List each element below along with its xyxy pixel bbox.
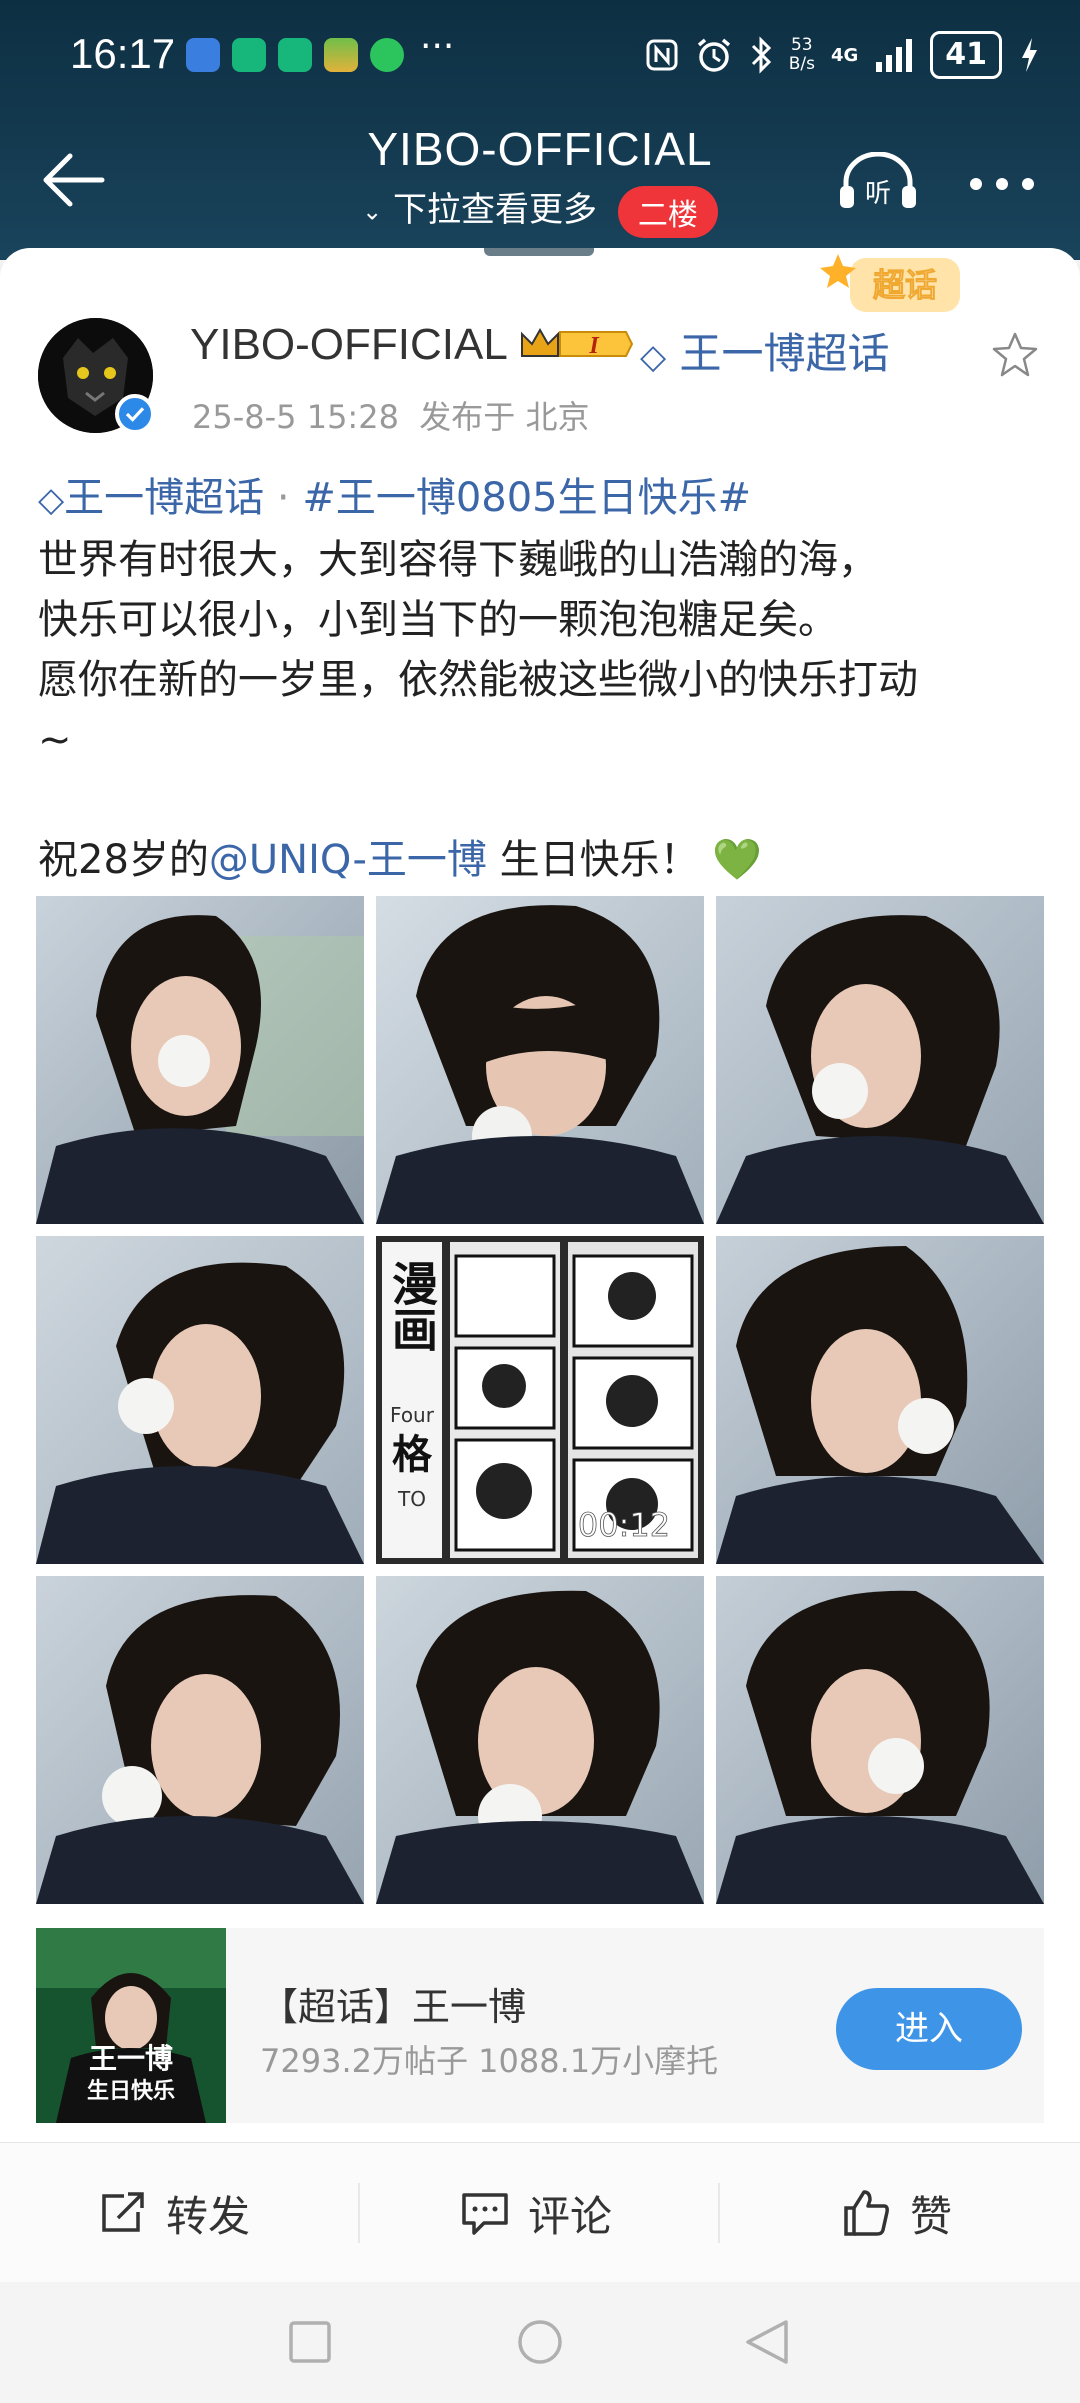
home-icon[interactable]: [516, 2318, 564, 2366]
supertopic-poster: 王一博 生日快乐: [36, 1928, 226, 2123]
diamond-icon: ◇: [640, 337, 667, 377]
status-overflow-dots: ···: [420, 26, 455, 67]
comment-icon: [462, 2193, 508, 2235]
listen-label: 听: [865, 179, 891, 209]
supertopic-link[interactable]: ◇ 王一博超话: [640, 320, 890, 381]
birthday-wish-line: 祝28岁的@UNIQ-王一博 生日快乐！ 💚: [38, 837, 763, 883]
supertopic-tag[interactable]: ◇王一博超话: [38, 475, 264, 521]
poster-name: 王一博: [89, 2042, 173, 2075]
comment-label: 评论: [528, 2191, 613, 2241]
enter-button[interactable]: 进入: [836, 1988, 1022, 2070]
mention-link[interactable]: @UNIQ-王一博: [209, 837, 487, 883]
pull-down-label: 下拉查看更多: [393, 190, 598, 230]
photo-grid: 漫画 Four 格 TO 00:12: [36, 896, 1046, 1906]
divider: [358, 2183, 360, 2243]
tag-line: ◇王一博超话 · #王一博0805生日快乐#: [38, 468, 1048, 530]
status-time: 16:17: [70, 30, 176, 77]
poster-line: 生日快乐: [87, 2079, 175, 2104]
post-line-4: ~: [38, 717, 72, 763]
post-timestamp: 25-8-5 15:28: [192, 398, 399, 436]
chevron-down-icon: ⌄: [362, 197, 383, 226]
post-content: ◇王一博超话 · #王一博0805生日快乐# 世界有时很大，大到容得下巍峨的山浩…: [38, 468, 1048, 890]
supertopic-card[interactable]: 王一博 生日快乐 【超话】王一博 7293.2万帖子 1088.1万小摩托 进入: [36, 1928, 1044, 2123]
sport-app-icon: [232, 38, 266, 72]
alarm-app-icon: [186, 38, 220, 72]
member-level: I: [588, 333, 600, 359]
network-type: 4G: [830, 44, 859, 66]
header: 16:17 ··· 53 B/s 4G 41 YIBO-OFFICIAL ⌄ 下拉…: [0, 0, 1080, 260]
battery-icon: 41: [930, 31, 1002, 79]
nfc-icon: [646, 39, 678, 71]
video-duration: 00:12: [578, 1506, 670, 1544]
photo-8[interactable]: [376, 1576, 704, 1904]
repost-icon: [102, 2192, 144, 2232]
second-floor-badge[interactable]: 二楼: [617, 185, 718, 238]
photo-7[interactable]: [36, 1576, 364, 1904]
action-bar: 转发 评论 赞: [0, 2142, 1080, 2282]
bluetooth-icon: [751, 36, 771, 74]
green-heart-emoji: 💚: [712, 837, 763, 883]
comment-button[interactable]: 评论: [460, 2143, 612, 2283]
nav-bar: YIBO-OFFICIAL ⌄ 下拉查看更多 二楼 听: [0, 110, 1080, 250]
post-location: 发布于 北京: [419, 398, 590, 436]
photo-2[interactable]: [376, 896, 704, 1224]
photo-4[interactable]: [36, 1236, 364, 1564]
verified-icon: [115, 394, 155, 434]
comic-to: TO: [397, 1487, 426, 1511]
photo-1[interactable]: [36, 896, 364, 1224]
photo-3[interactable]: [716, 896, 1044, 1224]
post-meta: 25-8-5 15:28 发布于 北京: [192, 392, 589, 438]
game-app-icon: [324, 38, 358, 72]
post-line-2: 快乐可以很小，小到当下的一颗泡泡糖足矣。: [38, 597, 838, 643]
repost-label: 转发: [166, 2191, 251, 2241]
supertopic-badge: 超话: [820, 254, 960, 312]
weibo-post-page: { "status_bar": { "time": "16:17", "over…: [0, 0, 1080, 2403]
photo-9[interactable]: [716, 1576, 1044, 1904]
member-crown-icon: I: [521, 327, 634, 359]
hashtag-link[interactable]: #王一博0805生日快乐#: [302, 475, 751, 521]
sport-app-icon: [278, 38, 312, 72]
nav-title: YIBO-OFFICIAL: [367, 123, 713, 175]
headphones-listen-icon[interactable]: 听: [838, 152, 918, 212]
more-options-icon[interactable]: [970, 178, 1034, 190]
tag-separator: ·: [264, 475, 303, 521]
status-bar: 16:17 ··· 53 B/s 4G 41: [0, 0, 1080, 110]
photo-6[interactable]: [716, 1236, 1044, 1564]
alarm-icon: [697, 38, 730, 72]
comic-video[interactable]: 漫画 Four 格 TO 00:12: [376, 1236, 704, 1564]
divider: [718, 2183, 720, 2243]
post-card: 超话 YIBO-OFFICIAL I ◇ 王一博超话 25-8-5 15:28 …: [0, 248, 1080, 2142]
supertopic-name: 【超话】王一博: [260, 1985, 527, 2029]
net-speed: 53 B/s: [788, 35, 815, 74]
favorite-star-icon[interactable]: [990, 330, 1040, 380]
comic-title: 漫画: [385, 1260, 439, 1352]
recent-apps-icon[interactable]: [288, 2320, 332, 2364]
wechat-icon: [370, 38, 404, 72]
supertopic-stats: 7293.2万帖子 1088.1万小摩托: [260, 2042, 719, 2080]
system-nav-bar: [0, 2282, 1080, 2403]
author-name[interactable]: YIBO-OFFICIAL: [190, 320, 508, 370]
post-line-3: 愿你在新的一岁里，依然能被这些微小的快乐打动: [38, 657, 918, 703]
back-triangle-icon[interactable]: [744, 2318, 790, 2366]
comic-grid: 格: [392, 1432, 433, 1478]
pull-down-hint[interactable]: ⌄ 下拉查看更多 二楼: [0, 182, 1080, 238]
post-line-1: 世界有时很大，大到容得下巍峨的山浩瀚的海，: [38, 537, 878, 583]
repost-button[interactable]: 转发: [98, 2143, 250, 2283]
comic-four: Four: [390, 1403, 435, 1427]
diamond-icon: ◇: [38, 480, 65, 520]
supertopic-badge-label: 超话: [873, 266, 937, 304]
like-button[interactable]: 赞: [842, 2143, 952, 2283]
status-right-group: 53 B/s 4G 41: [645, 30, 1040, 80]
charging-icon: [1022, 38, 1037, 72]
signal-icon: [876, 39, 913, 72]
like-label: 赞: [910, 2191, 953, 2241]
thumbs-up-icon: [844, 2190, 889, 2236]
pull-handle: [484, 248, 594, 256]
